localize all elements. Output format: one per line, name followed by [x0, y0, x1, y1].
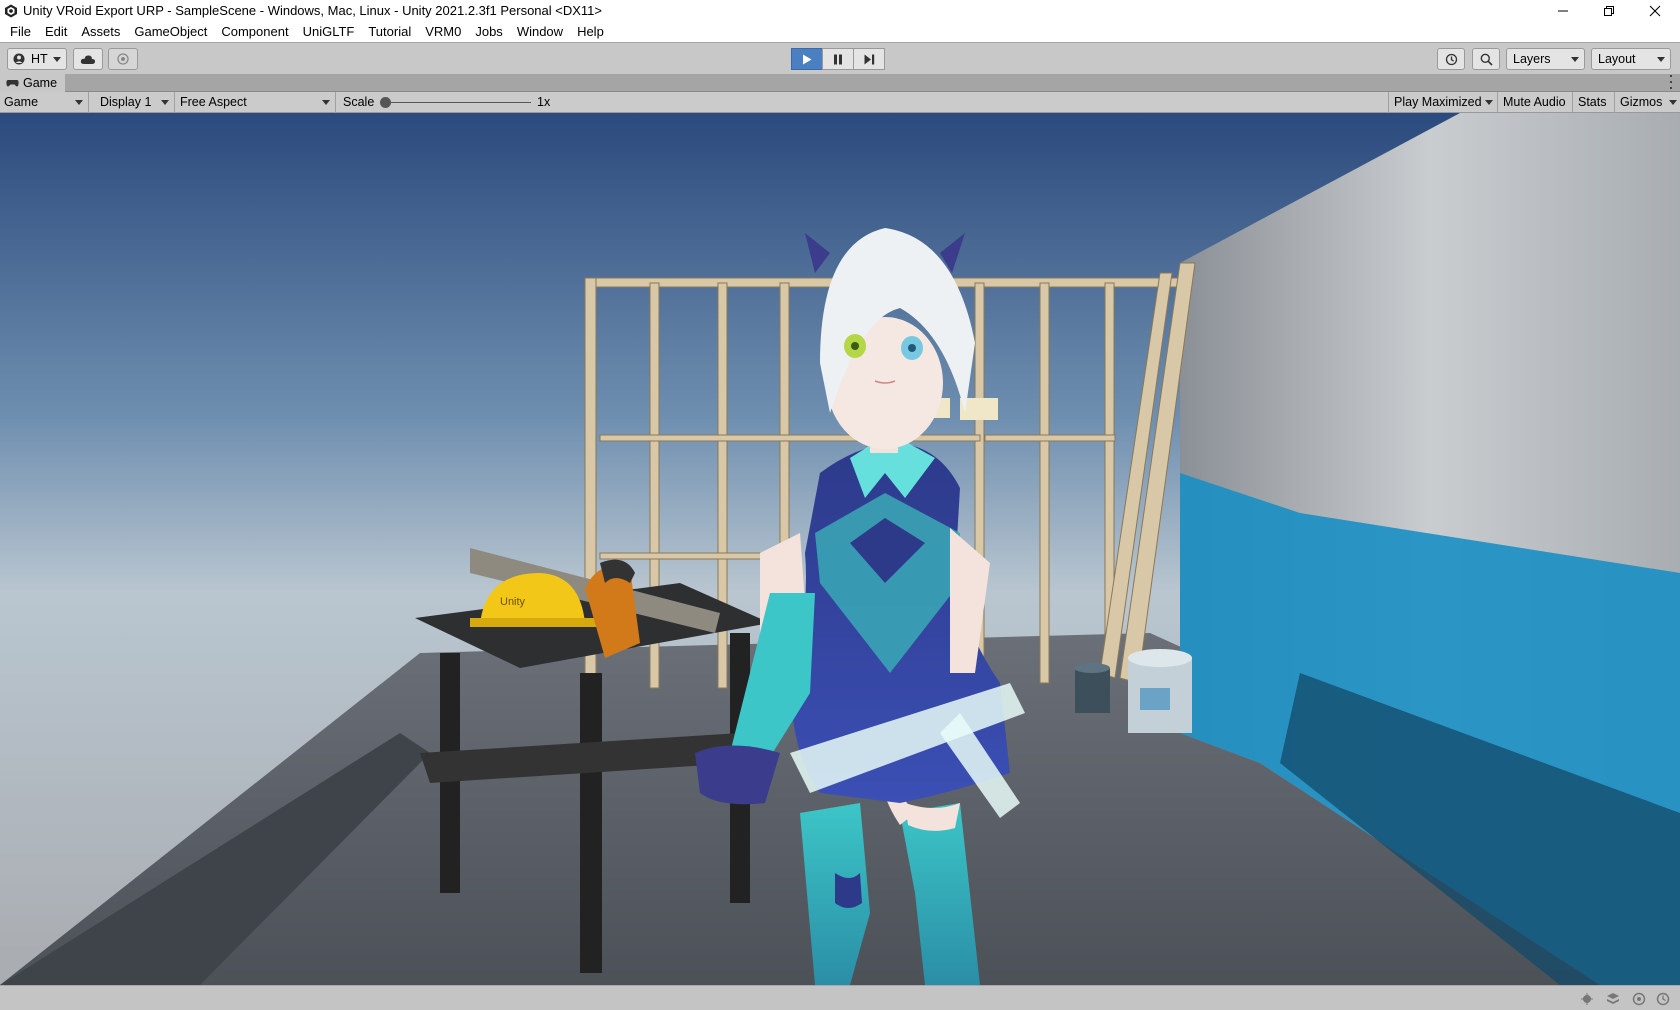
search-button[interactable]	[1472, 48, 1500, 70]
step-button[interactable]	[853, 48, 885, 70]
account-label: HT	[31, 52, 48, 66]
gizmos-toggle[interactable]: Gizmos	[1614, 92, 1680, 113]
stats-toggle[interactable]: Stats	[1572, 92, 1614, 113]
close-button[interactable]	[1632, 0, 1678, 22]
menu-vrm0[interactable]: VRM0	[418, 22, 468, 42]
menu-tutorial[interactable]: Tutorial	[361, 22, 418, 42]
menu-file[interactable]: File	[3, 22, 38, 42]
layers-label: Layers	[1513, 52, 1551, 66]
scene-render: Unity	[0, 113, 1680, 985]
unity-logo-icon	[5, 4, 17, 18]
pause-button[interactable]	[822, 48, 854, 70]
play-maximized-label: Play Maximized	[1394, 95, 1482, 109]
minimize-icon	[1558, 10, 1568, 12]
history-icon	[1445, 53, 1457, 65]
undo-history-button[interactable]	[1437, 48, 1465, 70]
game-view-controls: Game Display 1 Free Aspect Scale 1x Play…	[0, 92, 1680, 113]
stats-label: Stats	[1578, 95, 1607, 109]
menu-assets[interactable]: Assets	[74, 22, 127, 42]
mute-audio-toggle[interactable]: Mute Audio	[1497, 92, 1572, 113]
scale-slider-track[interactable]	[385, 102, 531, 103]
window-title: Unity VRoid Export URP - SampleScene - W…	[23, 3, 603, 18]
chevron-down-icon	[161, 100, 169, 105]
account-dropdown[interactable]: HT	[7, 48, 67, 70]
view-type-label: Game	[4, 95, 39, 109]
cloud-button[interactable]	[73, 48, 103, 70]
minimize-button[interactable]	[1540, 0, 1586, 22]
chevron-down-icon	[1485, 100, 1493, 105]
chevron-down-icon	[322, 100, 330, 105]
tab-game-label: Game	[23, 76, 58, 90]
search-icon	[1480, 53, 1493, 66]
menu-jobs[interactable]: Jobs	[468, 22, 509, 42]
restore-button[interactable]	[1586, 0, 1632, 22]
menu-help[interactable]: Help	[570, 22, 611, 42]
debug-icon[interactable]	[1580, 992, 1594, 1006]
tab-game[interactable]: Game	[0, 74, 66, 92]
layout-dropdown[interactable]: Layout	[1591, 48, 1671, 70]
game-controller-icon	[6, 79, 19, 86]
menu-edit[interactable]: Edit	[38, 22, 74, 42]
aspect-dropdown[interactable]: Free Aspect	[176, 92, 336, 113]
menu-window[interactable]: Window	[510, 22, 570, 42]
menu-component[interactable]: Component	[214, 22, 295, 42]
more-options-icon[interactable]	[1668, 75, 1674, 89]
aspect-label: Free Aspect	[180, 95, 247, 109]
main-toolbar: HT Layers Layout	[0, 42, 1680, 74]
account-icon	[13, 53, 25, 65]
progress-icon[interactable]	[1656, 992, 1670, 1006]
layers-dropdown[interactable]: Layers	[1506, 48, 1585, 70]
menu-gameobject[interactable]: GameObject	[127, 22, 214, 42]
scale-slider-handle[interactable]	[380, 97, 391, 108]
restore-icon	[1604, 6, 1614, 16]
game-viewport[interactable]: Unity	[0, 113, 1680, 985]
play-icon	[803, 54, 812, 64]
chevron-down-icon	[1657, 57, 1665, 62]
play-button[interactable]	[791, 48, 823, 70]
tab-strip: Game	[0, 74, 1680, 92]
chevron-down-icon	[53, 57, 61, 62]
step-icon	[864, 54, 874, 64]
menu-uniGLTF[interactable]: UniGLTF	[296, 22, 362, 42]
chevron-down-icon	[1669, 100, 1677, 105]
play-maximized-toggle[interactable]: Play Maximized	[1388, 92, 1497, 113]
mute-audio-label: Mute Audio	[1503, 95, 1566, 109]
menu-bar: File Edit Assets GameObject Component Un…	[0, 22, 1680, 42]
scale-label: Scale	[343, 95, 375, 109]
view-type-dropdown[interactable]: Game	[0, 92, 89, 113]
chevron-down-icon	[1571, 57, 1579, 62]
layout-label: Layout	[1598, 52, 1636, 66]
cloud-icon	[80, 54, 96, 64]
display-label: Display 1	[100, 95, 152, 109]
title-bar: Unity VRoid Export URP - SampleScene - W…	[0, 0, 1680, 22]
close-icon	[1649, 5, 1661, 17]
gizmos-label: Gizmos	[1620, 95, 1663, 109]
chevron-down-icon	[75, 100, 83, 105]
display-dropdown[interactable]: Display 1	[96, 92, 175, 113]
collab-icon	[117, 53, 129, 65]
cache-icon[interactable]	[1632, 992, 1646, 1006]
collab-button[interactable]	[108, 48, 138, 70]
pause-icon	[834, 54, 842, 64]
layers-icon[interactable]	[1606, 992, 1620, 1006]
scale-value: 1x	[537, 95, 551, 109]
playmode-controls	[791, 48, 885, 70]
status-bar	[0, 985, 1680, 1010]
hardhat-text: Unity	[500, 596, 526, 608]
